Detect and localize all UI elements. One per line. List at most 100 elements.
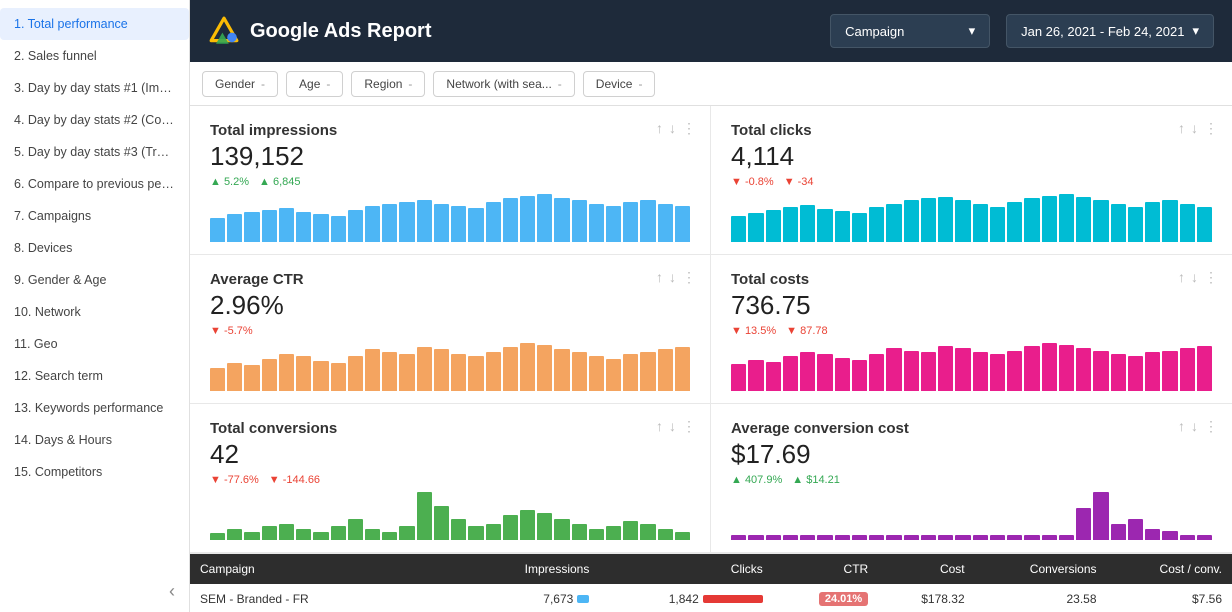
sidebar-item-campaigns[interactable]: 7. Campaigns [0, 200, 189, 232]
sidebar-item-devices[interactable]: 8. Devices [0, 232, 189, 264]
sidebar-item-geo[interactable]: 11. Geo [0, 328, 189, 360]
filter-device[interactable]: Device- [583, 71, 656, 97]
chart-bar [331, 363, 346, 391]
sidebar-item-total-performance[interactable]: 1. Total performance [0, 8, 189, 40]
chart-bar [210, 368, 225, 391]
logo-container: Google Ads Report [208, 15, 431, 47]
sidebar-item-keywords[interactable]: 13. Keywords performance [0, 392, 189, 424]
filter-age[interactable]: Age- [286, 71, 343, 97]
chart-bar [537, 345, 552, 391]
chart-bar [296, 356, 311, 391]
chart-bar [783, 356, 798, 391]
metric-actions: ↑ ↓ ⋮ [1178, 418, 1218, 435]
metric-actions: ↑ ↓ ⋮ [656, 269, 696, 286]
sidebar-item-network[interactable]: 10. Network [0, 296, 189, 328]
chart-bar [1093, 351, 1108, 391]
chart-bar [554, 519, 569, 540]
chart-bar [623, 202, 638, 242]
sidebar-item-day-by-day-3[interactable]: 5. Day by day stats #3 (Trend) [0, 136, 189, 168]
metric-change: ▼ 87.78 [786, 325, 827, 337]
chart-bar [675, 347, 690, 391]
chart-bar [973, 535, 988, 540]
chart-bar [434, 506, 449, 540]
sidebar-item-day-by-day-2[interactable]: 4. Day by day stats #2 (Conv... [0, 104, 189, 136]
filter-network[interactable]: Network (with sea...- [433, 71, 574, 97]
chart-bar [1111, 524, 1126, 540]
sidebar-collapse-button[interactable]: ‹ [0, 571, 189, 612]
metric-more[interactable]: ⋮ [682, 418, 696, 435]
chart-bar [399, 202, 414, 242]
chart-bar [766, 362, 781, 391]
metric-changes-total-clicks: ▼ -0.8%▼ -34 [731, 176, 1212, 188]
metric-value-total-costs: 736.75 [731, 290, 1212, 321]
chart-bar [1162, 351, 1177, 391]
metric-arrow-up[interactable]: ↑ [656, 269, 663, 286]
metric-change: ▲ 6,845 [259, 176, 300, 188]
date-range-dropdown[interactable]: Jan 26, 2021 - Feb 24, 2021 ▾ [1006, 14, 1214, 48]
metric-more[interactable]: ⋮ [1204, 418, 1218, 435]
metric-arrow-down[interactable]: ↓ [1191, 120, 1198, 137]
metric-more[interactable]: ⋮ [682, 120, 696, 137]
chart-bar [503, 347, 518, 391]
metric-arrow-up[interactable]: ↑ [1178, 120, 1185, 137]
sidebar-item-sales-funnel[interactable]: 2. Sales funnel [0, 40, 189, 72]
chart-bar [606, 359, 621, 391]
metric-arrow-up[interactable]: ↑ [656, 418, 663, 435]
chart-bar [1145, 529, 1160, 540]
chart-bar [1042, 196, 1057, 242]
chart-bar [990, 354, 1005, 391]
chart-bar [1128, 519, 1143, 540]
chart-bar [1111, 354, 1126, 391]
metric-more[interactable]: ⋮ [1204, 269, 1218, 286]
metric-arrow-up[interactable]: ↑ [656, 120, 663, 137]
app-title: Google Ads Report [250, 20, 431, 43]
filter-arrow-age: - [326, 77, 330, 91]
chart-bar [1145, 202, 1160, 242]
sidebar-item-competitors[interactable]: 15. Competitors [0, 456, 189, 488]
filter-region[interactable]: Region- [351, 71, 425, 97]
campaign-dropdown[interactable]: Campaign ▾ [830, 14, 990, 48]
metric-title-avg-conversion-cost: Average conversion cost [731, 420, 1212, 437]
sidebar-item-compare[interactable]: 6. Compare to previous peri... [0, 168, 189, 200]
metric-arrow-down[interactable]: ↓ [669, 418, 676, 435]
chart-bar [886, 348, 901, 391]
metric-more[interactable]: ⋮ [682, 269, 696, 286]
chart-bar [835, 358, 850, 391]
campaign-dropdown-label: Campaign [845, 24, 904, 39]
metric-arrow-down[interactable]: ↓ [669, 269, 676, 286]
metric-arrow-down[interactable]: ↓ [1191, 418, 1198, 435]
table-header-impressions: Impressions [423, 554, 599, 584]
sidebar-item-search-term[interactable]: 12. Search term [0, 360, 189, 392]
metric-more[interactable]: ⋮ [1204, 120, 1218, 137]
chart-bar [365, 349, 380, 391]
chart-bar [589, 204, 604, 242]
metric-arrow-down[interactable]: ↓ [1191, 269, 1198, 286]
metric-arrow-up[interactable]: ↑ [1178, 418, 1185, 435]
metric-chart-average-ctr [210, 343, 690, 395]
chart-bar [800, 205, 815, 242]
chart-bar [348, 519, 363, 540]
table-header-conversions: Conversions [975, 554, 1107, 584]
chart-bar [417, 200, 432, 242]
chart-bar [904, 535, 919, 540]
chart-bar [554, 198, 569, 242]
filter-gender[interactable]: Gender- [202, 71, 278, 97]
chart-bar [852, 535, 867, 540]
chart-bar [938, 197, 953, 242]
chart-bar [572, 352, 587, 391]
metric-arrow-up[interactable]: ↑ [1178, 269, 1185, 286]
sidebar-item-days-hours[interactable]: 14. Days & Hours [0, 424, 189, 456]
metric-change: ▼ -34 [784, 176, 814, 188]
chart-bar [589, 356, 604, 391]
chart-bar [348, 356, 363, 391]
chart-bar [1093, 492, 1108, 540]
filter-bar: Gender- Age- Region- Network (with sea...- D… [190, 62, 1232, 106]
metric-value-total-impressions: 139,152 [210, 141, 690, 172]
sidebar-item-gender-age[interactable]: 9. Gender & Age [0, 264, 189, 296]
sidebar-item-day-by-day-1[interactable]: 3. Day by day stats #1 (Impre... [0, 72, 189, 104]
chart-bar [417, 347, 432, 391]
chart-bar [210, 533, 225, 540]
metric-arrow-down[interactable]: ↓ [669, 120, 676, 137]
chart-bar [468, 208, 483, 242]
chart-bar [589, 529, 604, 540]
